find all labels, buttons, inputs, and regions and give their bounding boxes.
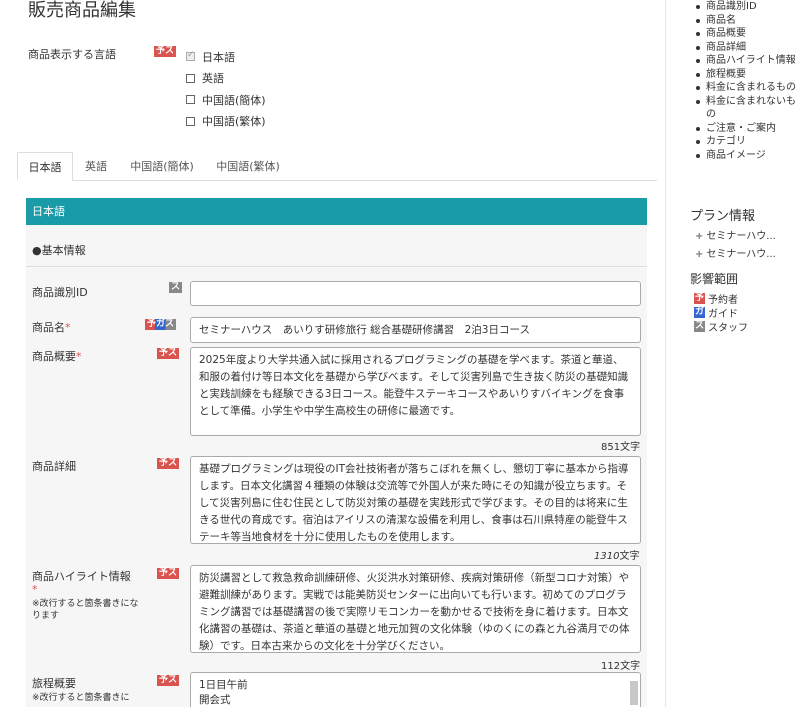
toc-item-included[interactable]: 料金に含まれるもの [696, 81, 796, 95]
highlight-label: 商品ハイライト情報 * ※改行すると箇条書きになります [32, 570, 139, 621]
impact-label: ガイド [708, 309, 738, 320]
plan-item-label: セミナーハウ... [706, 231, 776, 242]
column-divider [665, 0, 666, 707]
impact-item-booker: 予予約者 [694, 291, 738, 306]
plan-item[interactable]: + セミナーハウ... [695, 245, 776, 260]
plan-item[interactable]: + セミナーハウ... [695, 227, 776, 242]
toc-item-excluded[interactable]: 料金に含まれないもの [696, 95, 796, 122]
toc-item-notes[interactable]: ご注意・ご案内 [696, 122, 796, 136]
language-tabs: 日本語 英語 中国語(簡体) 中国語(繁体) [17, 152, 657, 181]
detail-label: 商品詳細 [32, 460, 76, 473]
summary-label: 商品概要* [32, 350, 82, 363]
tab-japanese[interactable]: 日本語 [17, 152, 73, 181]
toc-item-images[interactable]: 商品イメージ [696, 149, 796, 163]
language-option-label: 日本語 [202, 50, 235, 64]
section-title: ●基本情報 [32, 244, 86, 257]
panel-header: 日本語 [26, 198, 647, 225]
impact-badge: ガ [694, 307, 705, 318]
textarea-scrollbar[interactable] [630, 681, 638, 705]
impact-label: 予約者 [708, 295, 738, 306]
toc-item-summary[interactable]: 商品概要 [696, 27, 796, 41]
main-content: 販売商品編集 商品表示する言語 予ス 日本語 英語 中国語(簡体) 中国語(繁体… [0, 0, 668, 707]
highlight-char-count: 112文字 [601, 661, 641, 672]
checkbox-ja[interactable] [186, 50, 195, 62]
product-name-badge: 予ガス [145, 319, 177, 330]
detail-textarea[interactable]: 基礎プログラミングは現役のIT会社技術者が落ちこぼれを無くし、懇切丁寧に基本から… [190, 456, 641, 544]
impact-badge: ス [694, 321, 705, 332]
language-option-label: 英語 [202, 72, 224, 86]
impact-badge: 予 [694, 293, 705, 304]
language-option-zh-hant[interactable]: 中国語(繁体) [186, 111, 266, 133]
checkbox-en[interactable] [186, 73, 195, 83]
tab-chinese-simplified[interactable]: 中国語(簡体) [121, 152, 203, 181]
product-name-label: 商品名* [32, 321, 71, 334]
language-option-en[interactable]: 英語 [186, 68, 266, 90]
impact-item-guide: ガガイド [694, 305, 738, 320]
language-panel: 日本語 ●基本情報 商品識別ID ス 商品名* 予ガス セミナーハウス あいりす… [26, 198, 647, 707]
highlight-badge: 予ス [157, 568, 180, 579]
impact-item-staff: ススタッフ [694, 319, 748, 334]
summary-badge: 予ス [157, 348, 180, 359]
highlight-textarea[interactable]: 防災講習として救急救命訓練研修、火災洪水対策研修、疾病対策研修（新型コロナ対策）… [190, 565, 641, 653]
plus-icon: + [695, 231, 704, 242]
sidebar: 商品識別ID 商品名 商品概要 商品詳細 商品ハイライト情報 旅程概要 料金に含… [668, 0, 800, 707]
product-id-badge: ス [169, 282, 183, 293]
language-option-label: 中国語(繁体) [202, 115, 266, 129]
product-id-input[interactable] [190, 281, 641, 306]
itinerary-label: 旅程概要 ※改行すると箇条書きに [32, 677, 130, 703]
page-title: 販売商品編集 [28, 0, 136, 21]
impact-title: 影響範囲 [690, 272, 739, 286]
language-badge: 予ス [154, 46, 177, 57]
itinerary-line: 開会式 [199, 694, 231, 706]
plan-info-title: プラン情報 [690, 209, 756, 224]
detail-badge: 予ス [157, 458, 180, 469]
toc-item-itinerary[interactable]: 旅程概要 [696, 68, 796, 82]
language-option-zh-hans[interactable]: 中国語(簡体) [186, 89, 266, 111]
tab-english[interactable]: 英語 [75, 152, 117, 181]
language-label: 商品表示する言語 [28, 48, 116, 61]
toc-item-product-id[interactable]: 商品識別ID [696, 0, 796, 14]
plus-icon: + [695, 249, 704, 260]
itinerary-badge: 予ス [157, 675, 180, 686]
detail-char-count-unit: 文字 [619, 551, 640, 562]
toc-item-highlight[interactable]: 商品ハイライト情報 [696, 54, 796, 68]
toc-item-detail[interactable]: 商品詳細 [696, 41, 796, 55]
language-option-ja[interactable]: 日本語 [186, 46, 266, 68]
product-id-label: 商品識別ID [32, 286, 88, 299]
detail-char-count: 1310文字 [594, 547, 639, 562]
product-name-input[interactable]: セミナーハウス あいりす研修旅行 総合基礎研修講習 2泊3日コース [190, 317, 641, 343]
checkbox-zh-hans[interactable] [186, 95, 195, 105]
impact-label: スタッフ [708, 323, 748, 334]
toc-item-product-name[interactable]: 商品名 [696, 14, 796, 28]
tab-chinese-traditional[interactable]: 中国語(繁体) [207, 152, 289, 181]
itinerary-textarea[interactable]: 1日目午前 開会式 [190, 672, 641, 707]
sidebar-toc: 商品識別ID 商品名 商品概要 商品詳細 商品ハイライト情報 旅程概要 料金に含… [696, 0, 796, 163]
itinerary-line: 1日目午前 [199, 679, 248, 691]
summary-textarea[interactable]: 2025年度より大学共通入試に採用されるプログラミングの基礎を学べます。茶道と華… [190, 347, 641, 436]
language-option-label: 中国語(簡体) [202, 93, 266, 107]
toc-item-category[interactable]: カテゴリ [696, 135, 796, 149]
section-divider [26, 266, 647, 267]
language-options: 日本語 英語 中国語(簡体) 中国語(繁体) [186, 46, 266, 132]
summary-char-count: 851文字 [601, 442, 641, 453]
checkbox-zh-hant[interactable] [186, 116, 195, 126]
plan-item-label: セミナーハウ... [706, 249, 776, 260]
detail-char-count-number: 1310 [594, 551, 620, 562]
